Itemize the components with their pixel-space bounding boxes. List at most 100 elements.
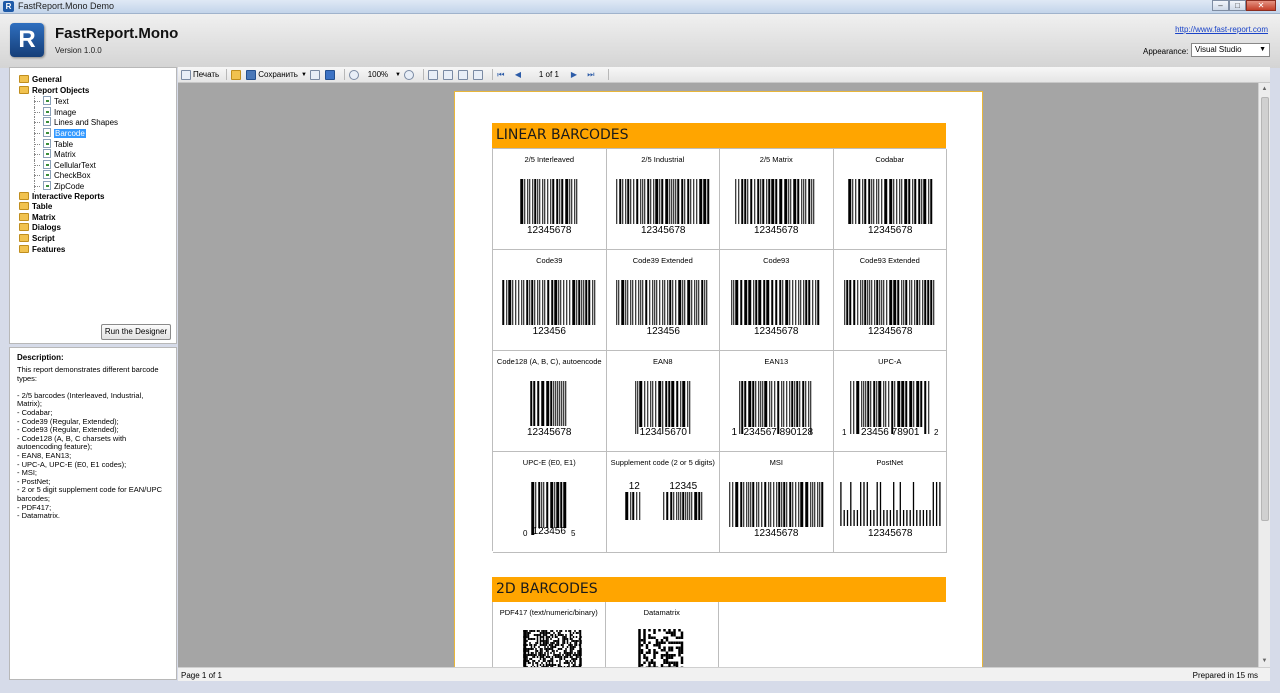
barcode-bar — [864, 381, 866, 427]
postnet-bar — [889, 510, 891, 526]
tree-item-table[interactable]: Table — [19, 202, 169, 213]
tree-item-checkbox[interactable]: CheckBox — [19, 170, 169, 181]
prev-page-button[interactable]: ◀ — [514, 68, 528, 81]
barcode-bar — [648, 280, 650, 325]
tree-item-interactive-reports[interactable]: Interactive Reports — [19, 191, 169, 203]
tree-item-text[interactable]: Text — [19, 96, 169, 107]
pdf417-module — [542, 656, 545, 658]
postnet-bar — [938, 482, 941, 526]
scroll-up-icon[interactable]: ▲ — [1259, 84, 1270, 94]
tree-item-script[interactable]: Script — [19, 233, 169, 245]
zoom-select[interactable]: 100% ▼ — [364, 68, 401, 81]
save-button[interactable]: Сохранить ▼ — [246, 68, 307, 81]
pdf417-module — [526, 644, 528, 646]
datamatrix-module — [645, 644, 648, 647]
print-button[interactable]: Печать — [181, 68, 219, 81]
pdf417-module — [554, 640, 557, 642]
tree-item-dialogs[interactable]: Dialogs — [19, 223, 169, 234]
barcode-bar — [641, 179, 643, 224]
edit-page-button[interactable] — [457, 68, 470, 81]
barcode-image: 1234 5670 — [634, 381, 690, 438]
datamatrix-module — [647, 649, 651, 652]
tree-item-lines-and-shapes[interactable]: Lines and Shapes — [19, 117, 169, 128]
next-page-button[interactable]: ▶ — [570, 68, 584, 81]
watermark-button[interactable] — [472, 68, 485, 81]
datamatrix-module — [652, 644, 656, 647]
zoom-out-button[interactable] — [348, 68, 361, 81]
barcode-bar — [779, 179, 783, 224]
barcode-value: 12345678 — [641, 225, 686, 236]
tree-item-matrix[interactable]: Matrix — [19, 149, 169, 160]
tree-item-matrix[interactable]: Matrix — [19, 212, 169, 224]
open-button[interactable] — [231, 68, 243, 81]
barcode-bar — [688, 381, 690, 434]
barcode-bar — [537, 179, 539, 224]
barcode-bar — [913, 280, 915, 325]
page-setup-button[interactable] — [442, 68, 455, 81]
tree-item-report-objects[interactable]: Report Objects — [19, 85, 169, 97]
datamatrix-module — [647, 641, 651, 644]
datamatrix-module — [680, 651, 683, 654]
tree-item-cellulartext[interactable]: CellularText — [19, 159, 169, 171]
tree-item-table[interactable]: Table — [19, 138, 169, 150]
minimize-button[interactable]: – — [1212, 0, 1229, 11]
email-button[interactable] — [309, 68, 322, 81]
tree-item-zipcode[interactable]: ZipCode — [19, 180, 169, 192]
maximize-button[interactable]: □ — [1229, 0, 1246, 11]
tree-item-barcode[interactable]: Barcode — [19, 127, 169, 139]
zoom-in-button[interactable] — [403, 68, 416, 81]
postnet-bar — [876, 482, 878, 526]
pdf417-module — [550, 630, 552, 632]
pdf417-module — [571, 640, 573, 642]
pdf417-module — [577, 652, 579, 654]
barcode-bar — [654, 179, 658, 224]
pdf417-module — [538, 652, 540, 654]
run-designer-button[interactable]: Run the Designer — [101, 324, 171, 340]
pdf417-module — [575, 658, 578, 660]
pdf417-module — [550, 648, 552, 650]
tree-item-general[interactable]: General — [19, 75, 169, 86]
appearance-select[interactable]: Visual Studio ▼ — [1191, 43, 1270, 57]
find-button[interactable] — [324, 68, 337, 81]
barcode-cell: Code128 (A, B, C), autoencode 12345678 — [493, 351, 607, 452]
pdf417-module — [535, 654, 537, 656]
barcode-image: 12 12345 — [624, 481, 702, 520]
barcode-bar — [512, 280, 514, 325]
pdf417-module — [551, 642, 554, 644]
barcode-bar — [768, 179, 771, 224]
barcode-bar — [554, 280, 558, 325]
pdf417-module — [544, 644, 546, 646]
pdf417-module — [557, 648, 560, 650]
pdf417-module — [541, 648, 543, 650]
first-page-button[interactable]: ⏮ — [497, 68, 511, 81]
website-link[interactable]: http://www.fast-report.com — [1175, 25, 1268, 34]
barcode-bar — [520, 179, 524, 224]
pdf417-module — [571, 658, 573, 660]
preview-vertical-scrollbar[interactable]: ▲ ▼ — [1258, 83, 1270, 667]
close-button[interactable]: ✕ — [1246, 0, 1276, 11]
barcode-bar — [529, 179, 531, 224]
description-text: This report demonstrates different barco… — [17, 365, 163, 521]
datamatrix-module — [650, 636, 653, 639]
tree-item-image[interactable]: Image — [19, 106, 169, 118]
barcode-bar — [892, 179, 894, 224]
barcode-bar — [927, 179, 929, 224]
scroll-down-icon[interactable]: ▼ — [1259, 656, 1270, 666]
pdf417-module — [545, 644, 548, 646]
outline-button[interactable] — [427, 68, 440, 81]
barcode-bar — [915, 280, 918, 325]
datamatrix-module — [637, 634, 641, 637]
barcode-cell: 2/5 Matrix 12345678 — [720, 149, 834, 250]
report-preview-area[interactable]: LINEAR BARCODES 2/5 Interleaved 12345678 2… — [178, 83, 1270, 667]
pdf417-module — [557, 654, 560, 656]
page-number-field[interactable]: 1 of 1 — [531, 68, 567, 81]
datamatrix-module — [637, 661, 641, 664]
barcode-bar — [888, 179, 892, 224]
tree-item-features[interactable]: Features — [19, 244, 169, 256]
pdf417-module — [574, 640, 576, 642]
pdf417-module — [560, 634, 563, 636]
scroll-thumb[interactable] — [1261, 97, 1269, 521]
barcode-bar — [775, 280, 778, 325]
datamatrix-module — [655, 644, 658, 647]
last-page-button[interactable]: ⏭ — [587, 68, 601, 81]
